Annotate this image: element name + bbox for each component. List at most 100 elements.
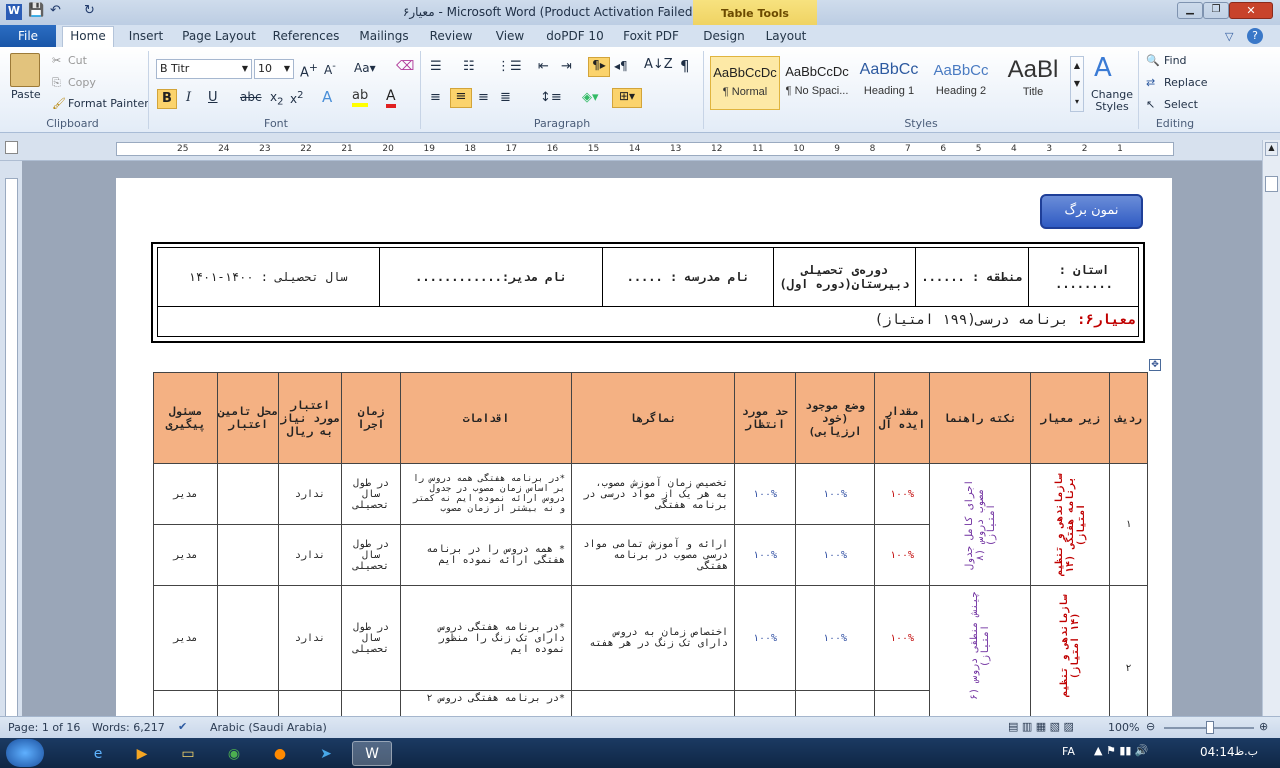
horizontal-ruler[interactable]: 25 24 23 22 21 20 19 18 17 16 15 14 13 12 11 10 9 8 7 6 5 4 3 2…: [116, 142, 1174, 156]
zoom-out-icon[interactable]: ⊖: [1146, 720, 1155, 733]
help-icon[interactable]: ?: [1247, 28, 1263, 44]
tab-layout[interactable]: Layout: [758, 27, 814, 47]
style-name: ¶ Normal: [722, 86, 768, 98]
telegram-icon[interactable]: ➤: [306, 741, 346, 766]
tab-insert[interactable]: Insert: [122, 27, 170, 47]
show-hide-icon[interactable]: ¶: [680, 57, 690, 75]
paste-button[interactable]: Paste: [11, 88, 41, 101]
align-left-icon[interactable]: ≡: [430, 90, 441, 105]
cut-button[interactable]: Cut: [68, 54, 87, 67]
minimize-ribbon-icon[interactable]: ▽: [1225, 30, 1233, 43]
style-sample: AaBbCcDc: [785, 64, 849, 79]
change-case-icon[interactable]: Aa▾: [354, 61, 376, 75]
change-styles-icon[interactable]: A: [1094, 53, 1112, 83]
font-color-icon[interactable]: A: [386, 88, 396, 108]
zoom-slider-thumb[interactable]: [1206, 721, 1214, 734]
increase-indent-icon[interactable]: ⇥: [561, 59, 572, 74]
tab-page-layout[interactable]: Page Layout: [180, 27, 258, 47]
highlight-icon[interactable]: ab: [352, 88, 369, 107]
chrome-icon[interactable]: ◉: [214, 741, 254, 766]
vertical-scrollbar[interactable]: ▲: [1262, 140, 1280, 716]
select-button[interactable]: Select: [1164, 98, 1198, 111]
word-count[interactable]: Words: 6,217: [92, 721, 165, 734]
sort-icon[interactable]: A↓Z: [644, 57, 673, 72]
align-right-icon[interactable]: ≡: [478, 90, 489, 105]
format-painter-button[interactable]: Format Painter: [68, 97, 149, 110]
grow-font-icon[interactable]: A+: [300, 61, 318, 80]
language[interactable]: Arabic (Saudi Arabia): [210, 721, 327, 734]
ie-icon[interactable]: e: [78, 741, 118, 766]
minimize-button[interactable]: ▁: [1177, 2, 1203, 19]
superscript-button[interactable]: x2: [290, 90, 303, 106]
scroll-up-icon[interactable]: ▲: [1265, 142, 1278, 156]
header-manager: نام مدیر:............: [379, 247, 602, 306]
scroll-thumb[interactable]: [1265, 176, 1278, 192]
tab-home[interactable]: Home: [62, 26, 114, 47]
change-styles-button[interactable]: Change Styles: [1090, 89, 1134, 113]
borders-icon[interactable]: ⊞▾: [612, 88, 642, 108]
ruler-tick: 17: [505, 144, 518, 154]
firefox-icon[interactable]: ●: [260, 741, 300, 766]
shading-icon[interactable]: ◈▾: [582, 90, 599, 105]
tab-dopdf[interactable]: doPDF 10: [542, 27, 608, 47]
multilevel-list-icon[interactable]: ⋮☰: [497, 59, 522, 74]
style-no-spacing[interactable]: AaBbCcDc ¶ No Spaci...: [782, 56, 852, 110]
style-heading-1[interactable]: AaBbCc Heading 1: [854, 56, 924, 110]
page-count[interactable]: Page: 1 of 16: [8, 721, 80, 734]
media-player-icon[interactable]: ▶: [122, 741, 162, 766]
clock-ampm[interactable]: ب.ظ: [1234, 745, 1258, 758]
strikethrough-button[interactable]: abc: [240, 90, 262, 104]
explorer-icon[interactable]: ▭: [168, 741, 208, 766]
subscript-button[interactable]: x2: [270, 90, 283, 107]
tab-mailings[interactable]: Mailings: [352, 27, 416, 47]
tray-icons[interactable]: ▲ ⚑ ▮▮ 🔊: [1094, 744, 1149, 757]
tab-review[interactable]: Review: [424, 27, 478, 47]
tab-references[interactable]: References: [268, 27, 344, 47]
style-normal[interactable]: AaBbCcDc ¶ Normal: [710, 56, 780, 110]
underline-button[interactable]: U: [208, 90, 218, 105]
zoom-level[interactable]: 100%: [1108, 721, 1139, 734]
font-name-box[interactable]: B Titr ▼: [156, 59, 252, 79]
tab-file[interactable]: File: [0, 25, 56, 47]
decrease-indent-icon[interactable]: ⇤: [538, 59, 549, 74]
ruler-tick: 14: [628, 144, 641, 154]
shrink-font-icon[interactable]: A-: [324, 61, 336, 77]
separator: [148, 51, 149, 129]
tab-foxit-pdf[interactable]: Foxit PDF: [618, 27, 684, 47]
paste-icon[interactable]: [10, 53, 40, 87]
clock-time[interactable]: 04:14: [1200, 745, 1235, 759]
line-spacing-icon[interactable]: ↕≡: [540, 90, 562, 105]
copy-button[interactable]: Copy: [68, 76, 96, 89]
criterion-text: برنامه درسی(۱۹۹ امتیاز): [874, 312, 1069, 328]
start-button-icon[interactable]: [6, 739, 44, 767]
table-move-handle-icon[interactable]: ✥: [1149, 359, 1161, 371]
bullets-icon[interactable]: ☰: [430, 59, 442, 74]
styles-scroll-icon[interactable]: ▲ ▼ ▾: [1070, 56, 1084, 112]
align-center-icon[interactable]: ≡: [450, 88, 472, 108]
tab-selector-icon[interactable]: [5, 141, 18, 154]
bold-button[interactable]: B: [157, 89, 177, 109]
replace-button[interactable]: Replace: [1164, 76, 1208, 89]
view-buttons-icon[interactable]: ▤ ▥ ▦ ▧ ▨: [1008, 720, 1074, 733]
clear-formatting-icon[interactable]: ⌫: [396, 59, 414, 74]
word-taskbar-icon[interactable]: W: [352, 741, 392, 766]
numbering-icon[interactable]: ☷: [463, 59, 475, 74]
ribbon-tabs: File Home Insert Page Layout References …: [0, 25, 1280, 47]
font-size-box[interactable]: 10 ▼: [254, 59, 294, 79]
rtl-direction-icon[interactable]: ◂¶: [614, 59, 628, 73]
find-button[interactable]: Find: [1164, 54, 1187, 67]
vertical-ruler[interactable]: [5, 178, 18, 718]
proofing-icon[interactable]: ✔: [178, 720, 187, 733]
zoom-in-icon[interactable]: ⊕: [1259, 720, 1268, 733]
restore-button[interactable]: ❐: [1203, 2, 1229, 19]
input-language[interactable]: FA: [1062, 745, 1075, 758]
style-heading-2[interactable]: AaBbCc Heading 2: [926, 56, 996, 110]
tab-view[interactable]: View: [486, 27, 534, 47]
close-button[interactable]: ✕: [1229, 2, 1273, 19]
text-effects-icon[interactable]: A: [322, 88, 332, 106]
italic-button[interactable]: I: [186, 90, 191, 105]
justify-icon[interactable]: ≣: [500, 90, 511, 105]
tab-design[interactable]: Design: [698, 27, 750, 47]
style-title[interactable]: AaBl Title: [998, 56, 1068, 110]
ltr-direction-icon[interactable]: ¶▸: [588, 57, 610, 77]
